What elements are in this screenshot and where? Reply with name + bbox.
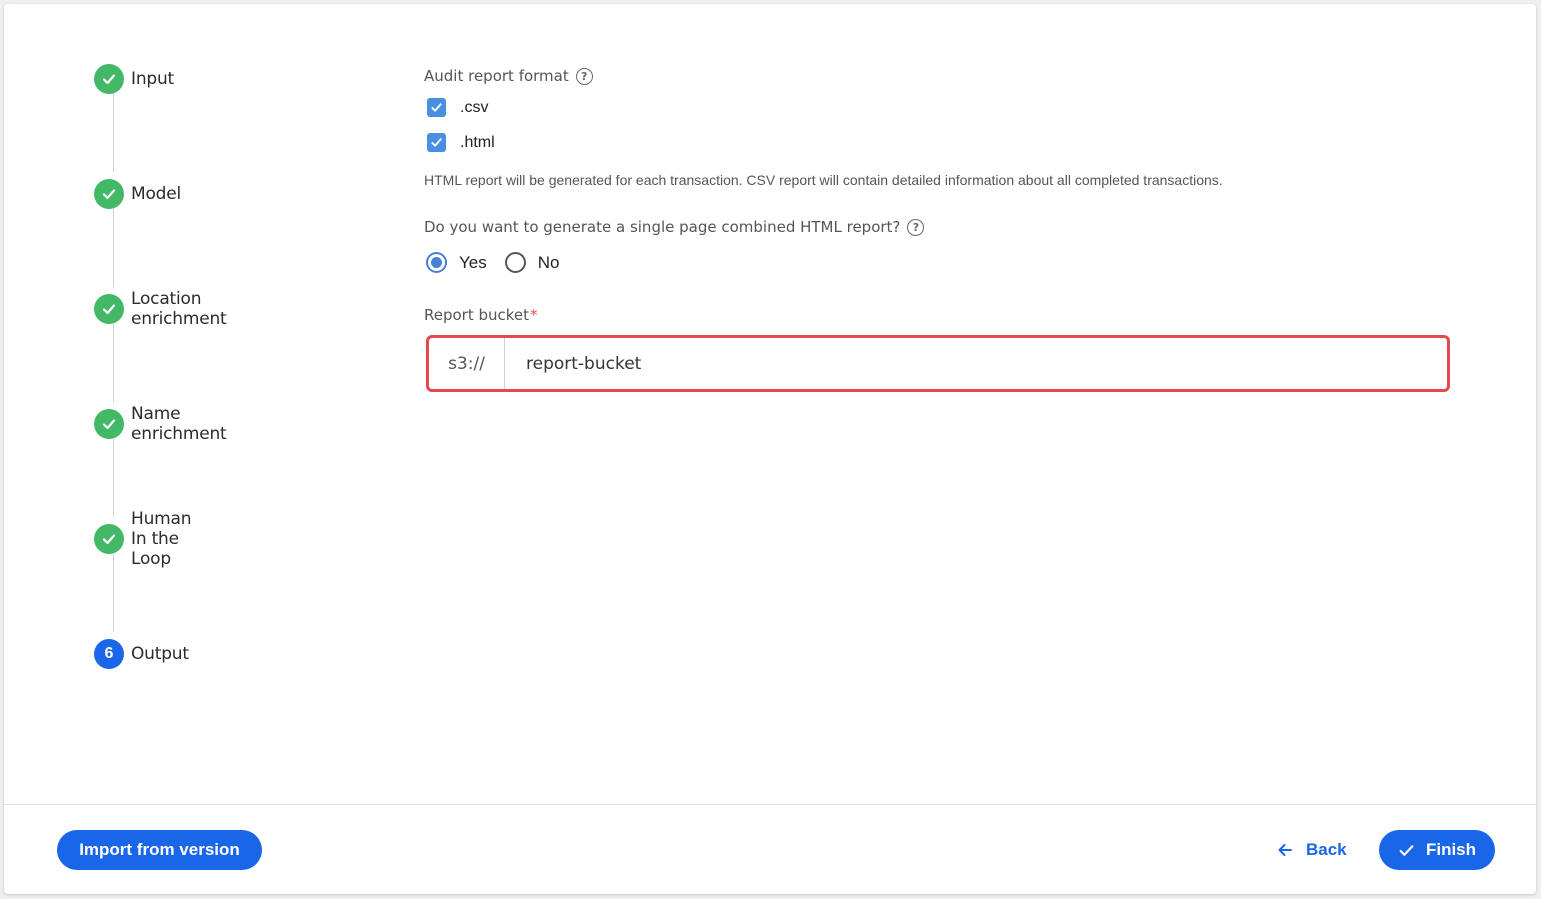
- checkbox-label: .html: [460, 133, 495, 151]
- step-label: Output: [131, 644, 189, 664]
- check-circle-icon: [94, 409, 124, 439]
- check-circle-icon: [94, 524, 124, 554]
- back-button-label: Back: [1306, 840, 1347, 859]
- footer-divider: [4, 804, 1536, 805]
- checkbox-checked-icon[interactable]: [427, 98, 446, 117]
- radio-yes[interactable]: Yes: [426, 252, 487, 273]
- check-circle-icon: [94, 294, 124, 324]
- step-number-badge: 6: [94, 639, 124, 669]
- arrow-left-icon: [1278, 844, 1292, 856]
- report-bucket-label-text: Report bucket: [424, 306, 530, 324]
- checkbox-csv[interactable]: .csv: [427, 98, 488, 117]
- radio-selected-icon[interactable]: [426, 252, 447, 273]
- step-label: Human In the Loop: [131, 509, 192, 569]
- finish-button[interactable]: Finish: [1379, 830, 1495, 870]
- step-human-in-the-loop[interactable]: Human In the Loop: [94, 509, 192, 569]
- step-connector: [113, 94, 114, 172]
- step-model[interactable]: Model: [94, 177, 181, 211]
- radio-label: Yes: [459, 252, 487, 272]
- check-circle-icon: [94, 64, 124, 94]
- step-label: Model: [131, 184, 182, 204]
- report-bucket-input[interactable]: [505, 338, 1447, 389]
- step-label: Input: [131, 69, 175, 89]
- required-mark: *: [530, 306, 538, 324]
- step-connector: [113, 209, 114, 287]
- check-icon: [1399, 844, 1414, 856]
- check-circle-icon: [94, 179, 124, 209]
- step-name-enrichment[interactable]: Name enrichment: [94, 404, 227, 444]
- radio-no[interactable]: No: [504, 252, 560, 273]
- finish-button-label: Finish: [1425, 840, 1477, 859]
- import-from-version-button[interactable]: Import from version: [57, 830, 262, 870]
- checkbox-checked-icon[interactable]: [427, 133, 446, 152]
- step-label: Name enrichment: [131, 404, 227, 444]
- combined-report-radio-group: Yes No: [426, 252, 577, 273]
- report-bucket-field[interactable]: s3://: [426, 335, 1450, 392]
- step-label: Location enrichment: [131, 289, 227, 329]
- step-output[interactable]: 6 Output: [94, 637, 189, 671]
- checkbox-html[interactable]: .html: [427, 133, 495, 152]
- step-location-enrichment[interactable]: Location enrichment: [94, 289, 227, 329]
- wizard-card: Input Model Location enrichment Name enr…: [4, 4, 1536, 894]
- audit-format-label-text: Audit report format: [424, 67, 569, 85]
- combined-report-label: Do you want to generate a single page co…: [424, 218, 925, 236]
- step-connector: [113, 324, 114, 402]
- report-bucket-label: Report bucket *: [424, 306, 538, 324]
- help-icon[interactable]: ?: [907, 218, 925, 236]
- step-connector: [113, 439, 114, 517]
- step-input[interactable]: Input: [94, 62, 174, 96]
- help-icon[interactable]: ?: [575, 67, 593, 85]
- step-connector: [113, 554, 114, 632]
- back-button[interactable]: Back: [1276, 838, 1347, 862]
- audit-format-hint: HTML report will be generated for each t…: [424, 172, 1223, 188]
- bucket-prefix: s3://: [429, 338, 505, 389]
- radio-unselected-icon[interactable]: [504, 252, 526, 273]
- combined-report-label-text: Do you want to generate a single page co…: [424, 218, 901, 236]
- checkbox-label: .csv: [460, 98, 489, 116]
- audit-format-label: Audit report format ?: [424, 67, 593, 85]
- radio-label: No: [537, 252, 560, 272]
